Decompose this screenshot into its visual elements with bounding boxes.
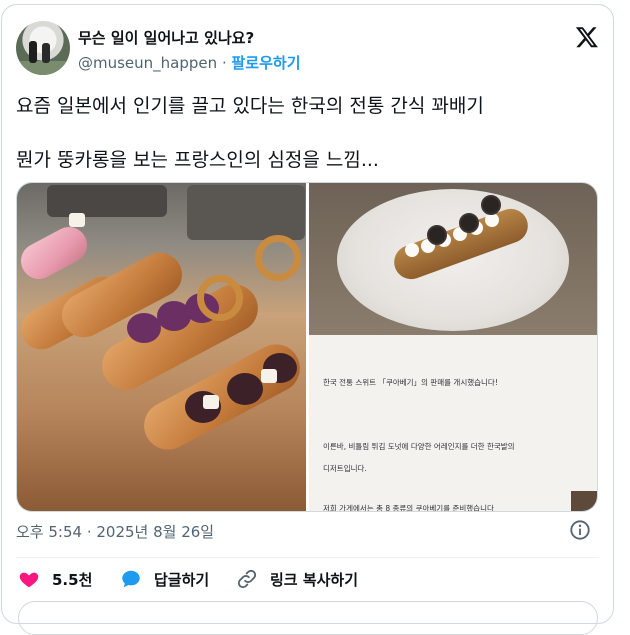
tweet-line: 요즘 일본에서 인기를 끌고 있다는 한국의 전통 간식 꽈배기 xyxy=(16,95,484,117)
tweet-header: 무슨 일이 일어나고 있나요? @museun_happen · 팔로우하기 xyxy=(16,19,599,79)
pretzel xyxy=(197,275,243,321)
marshmallow xyxy=(203,395,219,409)
whipped-cream xyxy=(405,243,419,257)
oreo-cookie xyxy=(481,195,501,215)
action-bar: 5.5천 답글하기 링크 복사하기 xyxy=(16,567,596,591)
copy-link-button[interactable]: 링크 복사하기 xyxy=(236,567,358,591)
notice-line: 디저트입니다. xyxy=(323,464,367,473)
avatar[interactable] xyxy=(16,21,70,75)
tweet-line: 뭔가 뚱카롱을 보는 프랑스인의 심정을 느낌... xyxy=(16,149,379,171)
eclair-photo xyxy=(309,183,597,335)
reply-button[interactable]: 답글하기 xyxy=(120,567,209,591)
avatar-figure xyxy=(42,43,50,63)
tweet-timestamp[interactable]: 오후 5:54 · 2025년 8월 26일 xyxy=(16,521,214,542)
notice-line: 한국 전통 스위트 「쿠아베기」의 판매를 개시했습니다! xyxy=(323,378,498,387)
heart-icon xyxy=(19,572,39,588)
x-logo-icon[interactable] xyxy=(575,25,599,49)
read-replies-button[interactable] xyxy=(18,601,598,635)
handle-separator: · xyxy=(221,54,227,72)
whipped-cream xyxy=(485,213,499,227)
marshmallow xyxy=(69,213,85,227)
notice-line: 저희 가게에서는 총 8 종류의 쿠아베기를 준비했습니다 xyxy=(323,504,494,512)
oreo-cookie xyxy=(427,225,447,245)
like-count: 5.5천 xyxy=(52,570,93,589)
avatar-ground xyxy=(16,61,70,75)
info-icon[interactable] xyxy=(569,519,591,541)
divider xyxy=(16,557,599,558)
avatar-figure xyxy=(29,41,37,63)
donut xyxy=(17,220,94,286)
oreo-cookie xyxy=(459,213,479,233)
reply-bubble-icon xyxy=(122,570,140,588)
tweet-media[interactable]: 한국 전통 스위트 「쿠아베기」의 판매를 개시했습니다! 이른바, 비틀림 튀… xyxy=(16,182,598,512)
author-handle[interactable]: @museun_happen xyxy=(78,54,217,72)
chair xyxy=(571,491,597,511)
photo-store-notice[interactable]: 한국 전통 스위트 「쿠아베기」의 판매를 개시했습니다! 이른바, 비틀림 튀… xyxy=(309,183,597,512)
tray xyxy=(187,185,305,240)
tweet-card: 무슨 일이 일어나고 있나요? @museun_happen · 팔로우하기 요… xyxy=(1,4,614,635)
follow-button[interactable]: 팔로우하기 xyxy=(232,54,301,72)
sweet-potato-cream xyxy=(127,313,161,343)
marshmallow xyxy=(261,369,277,383)
link-icon xyxy=(237,569,257,589)
copy-link-label: 링크 복사하기 xyxy=(270,570,359,589)
handle-row: @museun_happen · 팔로우하기 xyxy=(78,52,301,73)
reply-label: 답글하기 xyxy=(154,570,210,589)
like-button[interactable]: 5.5천 xyxy=(18,567,92,591)
pretzel xyxy=(255,235,301,281)
red-bean-cream xyxy=(227,373,263,405)
tray xyxy=(47,185,167,217)
author-name[interactable]: 무슨 일이 일어나고 있나요? xyxy=(78,27,254,48)
photo-kkwabaegi-donuts[interactable] xyxy=(17,183,309,511)
notice-line: 이른바, 비틀림 튀김 도넛에 다양한 어레인지를 더한 한국발의 xyxy=(323,442,515,451)
